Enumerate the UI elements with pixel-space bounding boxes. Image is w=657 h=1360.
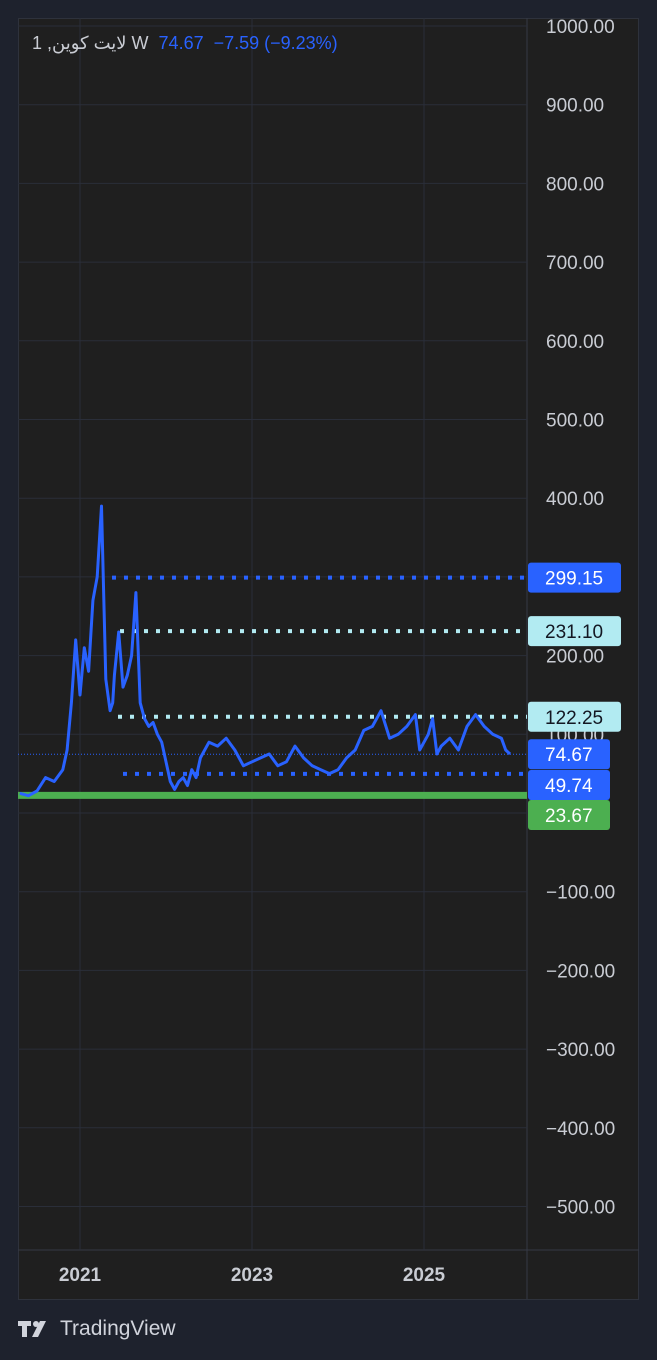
price-series-line	[19, 504, 512, 798]
y-tick-label: −300.00	[546, 1040, 615, 1061]
chart-legend: 1 ,لایت کوین W 74.67 −7.59 (−9.23%)	[32, 33, 338, 54]
price-badge-text-299.15: 299.15	[545, 569, 603, 590]
brand-name: TradingView	[60, 1317, 176, 1340]
price-badge-text-122.25: 122.25	[545, 708, 603, 729]
legend-symbol: 1 ,لایت کوین W	[32, 33, 149, 53]
price-chart[interactable]: 1000.00 900.00 800.00 700.00 600.00 500.00 400…	[0, 0, 657, 1300]
y-tick-label: 700.00	[546, 253, 604, 274]
y-tick-label: 800.00	[546, 174, 604, 195]
price-badge-text-49.74: 49.74	[545, 776, 593, 797]
y-tick-label: 400.00	[546, 489, 604, 510]
x-tick-label: 2025	[403, 1265, 446, 1286]
y-tick-label: 600.00	[546, 332, 604, 353]
price-badge-text-23.67: 23.67	[545, 806, 593, 827]
tradingview-logo-icon	[18, 1321, 46, 1337]
x-tick-label: 2021	[59, 1265, 102, 1286]
legend-price: 74.67	[158, 33, 204, 53]
legend-change: −7.59 (−9.23%)	[213, 33, 338, 53]
tradingview-attribution[interactable]: TradingView	[18, 1317, 176, 1341]
y-tick-label: 200.00	[546, 647, 604, 668]
x-tick-label: 2023	[231, 1265, 273, 1286]
y-tick-label: −100.00	[546, 883, 615, 904]
y-tick-label: 1000.00	[546, 17, 615, 38]
y-tick-label: −400.00	[546, 1119, 615, 1140]
y-tick-label: 500.00	[546, 411, 604, 432]
price-badge-text-231.10: 231.10	[545, 622, 603, 643]
y-tick-label: −500.00	[546, 1198, 615, 1219]
price-badge-text-74.67: 74.67	[545, 745, 593, 766]
y-tick-label: −200.00	[546, 961, 615, 982]
y-tick-label: 900.00	[546, 96, 604, 117]
